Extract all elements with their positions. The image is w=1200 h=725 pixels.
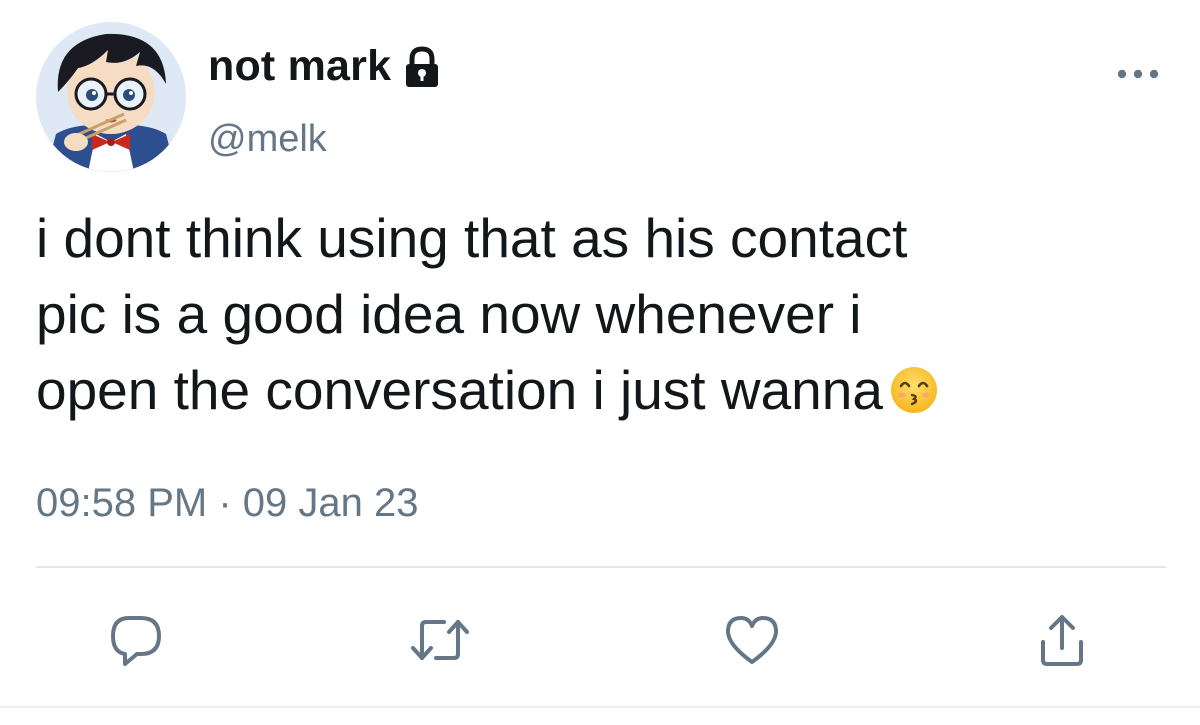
lock-icon <box>406 46 439 87</box>
tweet-card: not mark @melk i dont think using that a… <box>0 0 1200 725</box>
like-icon <box>726 616 778 664</box>
username-handle[interactable]: @melk <box>208 118 327 161</box>
more-horizontal-icon[interactable] <box>1114 62 1162 86</box>
tweet-text-line-2: pic is a good idea now whenever i <box>36 283 862 345</box>
display-name[interactable]: not mark <box>208 42 391 91</box>
reply-button[interactable] <box>106 612 166 668</box>
avatar[interactable] <box>36 22 186 172</box>
actions-divider <box>36 566 1166 568</box>
retweet-button[interactable] <box>410 612 470 668</box>
tweet-time: 09:58 PM <box>36 481 208 525</box>
retweet-icon <box>411 620 469 660</box>
kissing-smiling-eyes-emoji <box>890 367 937 413</box>
bottom-divider <box>0 706 1200 708</box>
timestamp-separator: · <box>218 481 232 525</box>
tweet-date: 09 Jan 23 <box>242 481 419 525</box>
avatar-image <box>36 22 186 172</box>
tweet-timestamp[interactable]: 09:58 PM · 09 Jan 23 <box>36 481 419 526</box>
like-button[interactable] <box>722 612 782 668</box>
tweet-text-line-1: i dont think using that as his contact <box>36 207 908 269</box>
reply-icon <box>111 616 161 666</box>
tweet-text-line-3: open the conversation i just wanna <box>36 359 883 421</box>
share-button[interactable] <box>1032 612 1092 668</box>
share-icon <box>1041 615 1083 666</box>
author-name-row: not mark <box>208 40 443 92</box>
tweet-text: i dont think using that as his contact pi… <box>36 200 1166 428</box>
